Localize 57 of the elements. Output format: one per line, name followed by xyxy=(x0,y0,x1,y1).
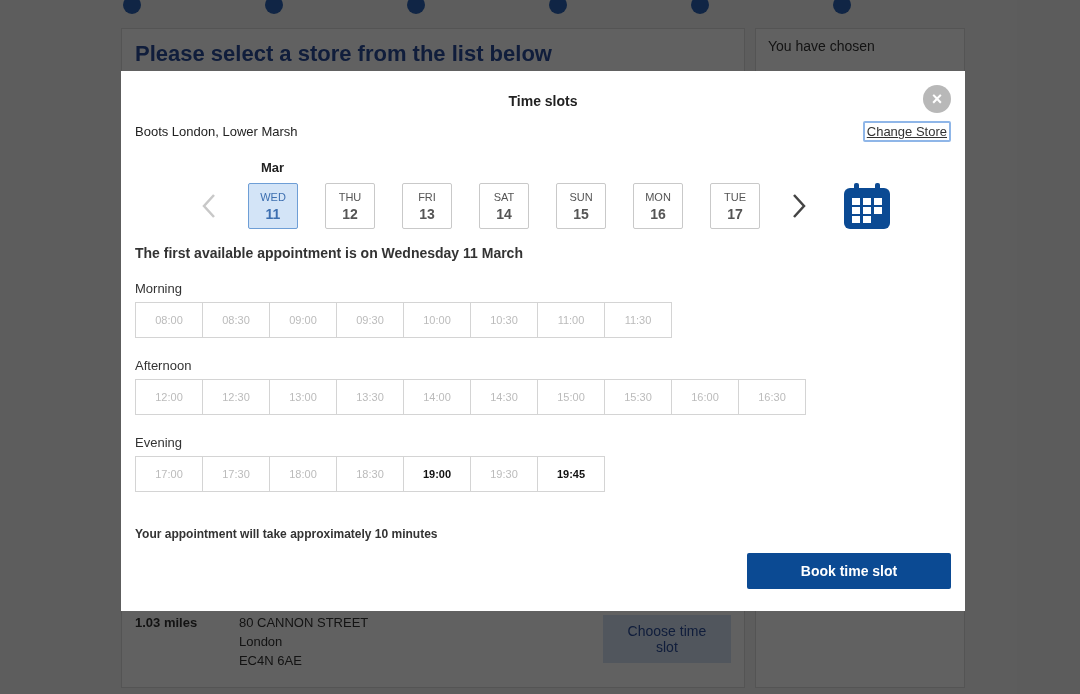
summary-title: You have chosen xyxy=(768,38,875,54)
day-tab[interactable]: SUN 15 xyxy=(556,183,606,229)
time-slot[interactable]: 13:00 xyxy=(269,379,337,415)
time-slot[interactable]: 16:30 xyxy=(738,379,806,415)
time-slot[interactable]: 18:00 xyxy=(269,456,337,492)
close-button[interactable]: × xyxy=(923,85,951,113)
day-tab[interactable]: THU 12 xyxy=(325,183,375,229)
time-slot[interactable]: 11:30 xyxy=(604,302,672,338)
time-slot[interactable]: 18:30 xyxy=(336,456,404,492)
day-tab[interactable]: MON 16 xyxy=(633,183,683,229)
time-slot[interactable]: 19:30 xyxy=(470,456,538,492)
time-slot[interactable]: 13:30 xyxy=(336,379,404,415)
day-tab[interactable]: SAT 14 xyxy=(479,183,529,229)
book-time-slot-button[interactable]: Book time slot xyxy=(747,553,951,589)
time-slot[interactable]: 17:30 xyxy=(202,456,270,492)
step-icon xyxy=(265,0,283,14)
store-distance: 1.03 miles xyxy=(135,615,199,632)
day-tab[interactable]: WED 11 xyxy=(248,183,298,229)
step-icon xyxy=(407,0,425,14)
time-slot[interactable]: 19:00 xyxy=(403,456,471,492)
time-slot[interactable]: 11:00 xyxy=(537,302,605,338)
duration-note: Your appointment will take approximately 10 minutes xyxy=(135,527,439,541)
time-slot[interactable]: 16:00 xyxy=(671,379,739,415)
address-line: EC4N 6AE xyxy=(238,653,303,668)
step-icon xyxy=(549,0,567,14)
time-slot[interactable]: 15:30 xyxy=(604,379,672,415)
address-line: 80 CANNON STREET xyxy=(238,615,370,630)
step-icon xyxy=(123,0,141,14)
time-slot[interactable]: 15:00 xyxy=(537,379,605,415)
period-label: Afternoon xyxy=(135,358,193,373)
time-slot[interactable]: 12:30 xyxy=(202,379,270,415)
time-slot[interactable]: 19:45 xyxy=(537,456,605,492)
dialog-title: Time slots xyxy=(508,93,578,109)
step-icon xyxy=(691,0,709,14)
time-slot[interactable]: 17:00 xyxy=(135,456,203,492)
choose-time-slot-button[interactable]: Choose time slot xyxy=(602,615,731,663)
period-label: Morning xyxy=(135,281,183,296)
step-icon xyxy=(833,0,851,14)
month-label: Mar xyxy=(261,160,285,175)
page-heading: Please select a store from the list below xyxy=(135,41,553,67)
store-name: Boots London, Lower Marsh xyxy=(135,124,298,139)
time-slot[interactable]: 08:30 xyxy=(202,302,270,338)
time-slot[interactable]: 09:00 xyxy=(269,302,337,338)
time-slot[interactable]: 08:00 xyxy=(135,302,203,338)
time-slot[interactable]: 12:00 xyxy=(135,379,203,415)
address-line: London xyxy=(238,634,284,649)
time-slot[interactable]: 14:30 xyxy=(470,379,538,415)
first-available-text: The first available appointment is on Wednesday 11 March xyxy=(135,245,524,261)
day-tab[interactable]: FRI 13 xyxy=(402,183,452,229)
time-slot[interactable]: 10:30 xyxy=(470,302,538,338)
time-slot[interactable]: 10:00 xyxy=(403,302,471,338)
period-label: Evening xyxy=(135,435,183,450)
change-store-link[interactable]: Change Store xyxy=(862,121,951,142)
time-slot[interactable]: 09:30 xyxy=(336,302,404,338)
day-tab[interactable]: TUE 17 xyxy=(710,183,760,229)
time-slot[interactable]: 14:00 xyxy=(403,379,471,415)
calendar-icon[interactable] xyxy=(844,183,890,229)
